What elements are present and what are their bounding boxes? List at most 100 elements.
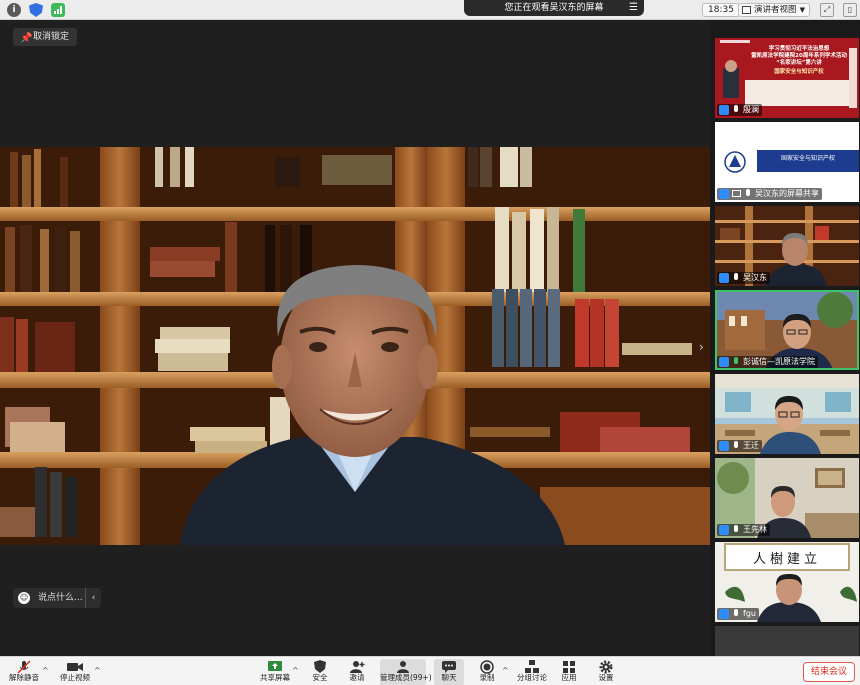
microphone-icon (732, 441, 740, 451)
apps-grid-icon (560, 659, 578, 673)
participant-gallery[interactable]: 学习贯彻习近平法治思想 暨凯原法学院建院20周年系列学术活动 “名家讲坛”第六讲… (710, 20, 860, 656)
security-label: 安全 (312, 673, 328, 682)
record-label: 录制 (479, 673, 495, 682)
top-bar: i 您正在观看吴汉东的屏幕 ☰ 18:35 演讲者视图 ▼ ⤢ ▯ (0, 0, 860, 20)
add-user-icon (348, 659, 366, 673)
apps-button[interactable]: 应用 (557, 659, 581, 685)
emoji-icon[interactable]: ☺ (18, 592, 30, 604)
info-icon[interactable]: i (7, 3, 21, 17)
slide-title-line-2: 暨凯原法学院建院20周年系列学术活动 (751, 53, 847, 59)
participant-label: 殷澜 (717, 104, 762, 116)
manage-members-button[interactable]: 管理成员(99+) (380, 659, 432, 685)
shield-icon[interactable] (29, 3, 43, 17)
participant-name: 王先林 (743, 525, 767, 534)
settings-button[interactable]: 设置 (594, 659, 618, 685)
participant-name: fgu (743, 609, 756, 618)
chevron-up-icon[interactable]: ^ (292, 666, 299, 675)
breakout-rooms-button[interactable]: 分组讨论 (516, 659, 548, 685)
meeting-toolbar: 解除静音 ^ 停止视频 ^ 共享屏幕 ^ 安全 邀请 管理成员(99+) 聊天 … (0, 656, 860, 685)
invite-button[interactable]: 邀请 (345, 659, 369, 685)
unlock-label: 取消锁定 (33, 32, 70, 42)
share-screen-button[interactable]: 共享屏幕 (258, 659, 292, 685)
breakout-icon (523, 659, 541, 673)
gear-icon (597, 659, 615, 674)
speaker-view-icon (742, 6, 751, 14)
unmute-button[interactable]: 解除静音 (8, 659, 40, 685)
participant-label: 吴汉东的屏幕共享 (717, 188, 822, 200)
speaker-video (0, 147, 710, 545)
participant-icon (719, 105, 729, 115)
calligraphy-text: 人樹建立 (752, 552, 821, 567)
chevron-up-icon[interactable]: ^ (502, 666, 509, 675)
participant-tile[interactable]: 彭诚信—凯原法学院 (715, 290, 859, 370)
chat-button[interactable]: 聊天 (434, 659, 464, 685)
quick-chat-bar[interactable]: ☺ 说点什么... ‹ (13, 588, 101, 608)
microphone-active-icon (732, 357, 740, 367)
microphone-icon (732, 609, 740, 619)
unlock-button[interactable]: 📌 取消锁定 (13, 28, 78, 46)
sidebar-toggle-icon[interactable]: ▯ (843, 3, 857, 17)
banner-text: 您正在观看吴汉东的屏幕 (504, 3, 604, 13)
stop-video-button[interactable]: 停止视频 (58, 659, 92, 685)
chat-icon (440, 659, 458, 673)
slide-title-line-1: 学习贯彻习近平法治思想 (768, 46, 830, 52)
share-screen-label: 共享屏幕 (260, 673, 290, 682)
participant-tile[interactable]: 吴汉东 (715, 206, 859, 286)
participant-tile-partial[interactable] (715, 626, 859, 656)
clock: 18:35 (702, 3, 740, 17)
bookshelf-video-frame (0, 147, 710, 545)
chevron-up-icon[interactable]: ^ (42, 666, 49, 675)
end-meeting-button[interactable]: 结束会议 (803, 662, 855, 682)
main-stage: 📌 取消锁定 › ☺ 说点什么... ‹ (0, 20, 710, 656)
video-camera-icon (66, 659, 84, 673)
participant-icon (719, 273, 729, 283)
menu-icon[interactable]: ☰ (629, 0, 638, 16)
stop-video-label: 停止视频 (60, 673, 90, 682)
participant-label: 王先林 (717, 524, 770, 536)
chevron-up-icon[interactable]: ^ (94, 666, 101, 675)
apps-label: 应用 (561, 673, 577, 682)
participant-icon (719, 609, 729, 619)
fullscreen-icon[interactable]: ⤢ (820, 3, 834, 17)
participant-tile[interactable]: 人樹建立 fgu (715, 542, 859, 622)
security-button[interactable]: 安全 (308, 659, 332, 685)
screen-share-icon (732, 190, 741, 197)
slide-title-line-3: “名家讲坛”第六讲 (776, 60, 822, 66)
participant-name: 殷澜 (743, 105, 759, 114)
participant-tile[interactable]: 学习贯彻习近平法治思想 暨凯原法学院建院20周年系列学术活动 “名家讲坛”第六讲… (715, 38, 859, 118)
participant-label: 彭诚信—凯原法学院 (717, 356, 818, 368)
participant-label: 王迁 (717, 440, 762, 452)
microphone-muted-icon (15, 659, 33, 674)
pin-icon: 📌 (20, 33, 33, 44)
share-slide-title: 国家安全与知识产权 (780, 155, 835, 162)
participant-tile[interactable]: 国家安全与知识产权 吴汉东的屏幕共享 (715, 122, 859, 202)
microphone-icon (732, 105, 740, 115)
viewing-screen-banner: 您正在观看吴汉东的屏幕 ☰ (464, 0, 644, 16)
participant-name: 彭诚信—凯原法学院 (743, 357, 815, 366)
record-button[interactable]: 录制 (475, 659, 499, 685)
microphone-icon (732, 273, 740, 283)
participant-icon (719, 357, 729, 367)
participant-name: 吴汉东的屏幕共享 (755, 189, 819, 198)
microphone-icon (732, 525, 740, 535)
invite-label: 邀请 (349, 673, 365, 682)
participant-name: 吴汉东 (743, 273, 767, 282)
participant-icon (719, 441, 729, 451)
record-icon (478, 659, 496, 674)
share-screen-icon (266, 659, 284, 673)
manage-members-label: 管理成员(99+) (380, 673, 432, 682)
participant-tile[interactable]: 王先林 (715, 458, 859, 538)
participants-icon (394, 659, 412, 673)
participant-label: fgu (717, 608, 759, 620)
participant-icon (719, 189, 729, 199)
chat-placeholder[interactable]: 说点什么... (38, 588, 83, 608)
chevron-left-icon[interactable]: ‹ (85, 588, 101, 608)
slide-title: 学习贯彻习近平法治思想 暨凯原法学院建院20周年系列学术活动 “名家讲坛”第六讲… (745, 46, 853, 76)
breakout-label: 分组讨论 (517, 673, 547, 682)
signal-icon[interactable] (51, 3, 65, 17)
participant-label: 吴汉东 (717, 272, 770, 284)
participant-tile[interactable]: 王迁 (715, 374, 859, 454)
slide-subtitle: 国家安全与知识产权 (774, 69, 824, 75)
view-mode-dropdown[interactable]: 演讲者视图 ▼ (738, 3, 810, 17)
chevron-right-icon[interactable]: › (699, 340, 704, 354)
